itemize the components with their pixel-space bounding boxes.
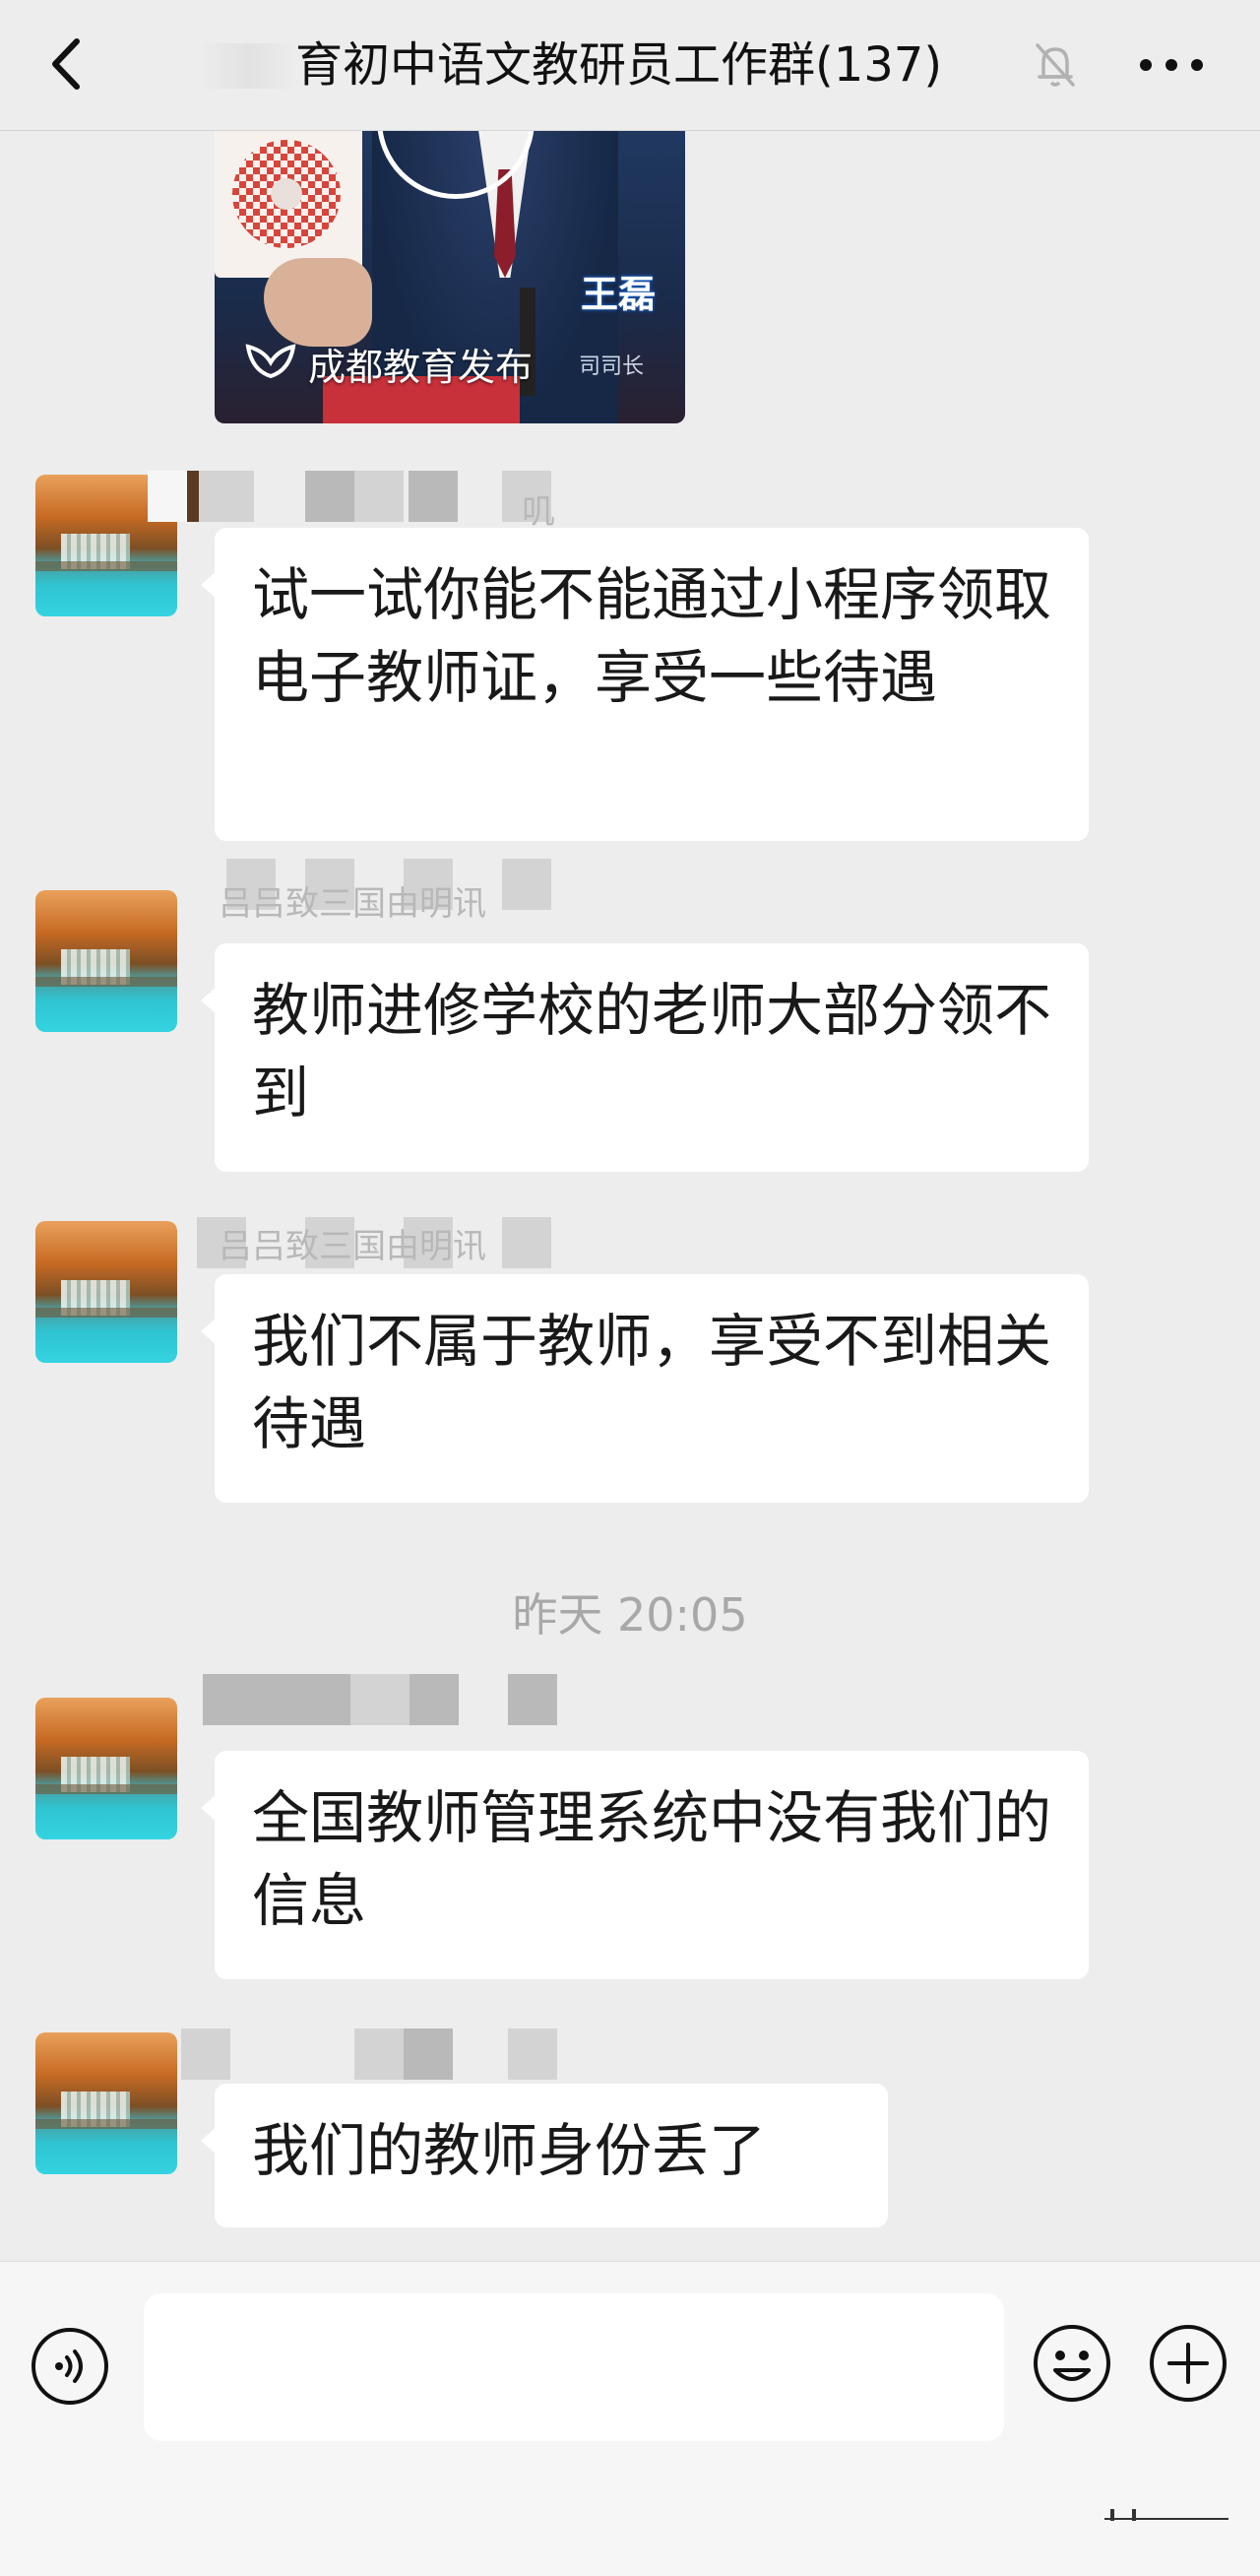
- more-button[interactable]: [1132, 39, 1211, 91]
- chat-header: 育初中语文教研员工作群(137): [0, 0, 1260, 131]
- message-bubble[interactable]: 我们的教师身份丢了: [201, 2084, 888, 2227]
- message-bubble[interactable]: 试一试你能不能通过小程序领取电子教师证，享受一些待遇: [201, 528, 1089, 841]
- video-hand: [264, 258, 372, 347]
- input-bar: [0, 2261, 1260, 2576]
- voice-button[interactable]: [30, 2326, 110, 2407]
- plus-icon: [1150, 2325, 1227, 2402]
- channel-logo-icon: [244, 341, 297, 380]
- title-redacted: [202, 43, 295, 89]
- more-dots-icon: [1140, 59, 1203, 71]
- avatar[interactable]: [35, 890, 177, 1032]
- avatar[interactable]: [35, 2032, 177, 2174]
- plus-button[interactable]: [1148, 2323, 1228, 2404]
- message-bubble[interactable]: 教师进修学校的老师大部分领不到: [201, 943, 1089, 1172]
- voice-icon: [32, 2328, 108, 2405]
- chevron-left-icon: [52, 38, 80, 90]
- message-input[interactable]: [144, 2293, 1004, 2441]
- message-bubble[interactable]: 我们不属于教师，享受不到相关待遇: [201, 1274, 1089, 1503]
- avatar[interactable]: [35, 1221, 177, 1363]
- qr-code-card: [215, 130, 362, 278]
- emoji-icon: [1034, 2325, 1110, 2402]
- qr-code: [232, 140, 341, 248]
- video-watermark: 成都教育发布: [308, 346, 534, 389]
- video-caption-title: 司司长: [579, 354, 645, 379]
- timestamp: 昨天 20:05: [512, 1588, 748, 1642]
- bell-off-icon: [1032, 39, 1079, 91]
- message-bubble[interactable]: 全国教师管理系统中没有我们的信息: [201, 1751, 1089, 1979]
- avatar[interactable]: [35, 1698, 177, 1839]
- chat-title: 育初中语文教研员工作群(137): [295, 37, 943, 93]
- back-button[interactable]: [39, 30, 98, 98]
- video-message[interactable]: 王磊 司司长 成都教育发布: [215, 130, 685, 423]
- video-caption-name: 王磊: [580, 273, 656, 316]
- home-indicator: [1102, 2508, 1230, 2522]
- emoji-button[interactable]: [1032, 2323, 1112, 2404]
